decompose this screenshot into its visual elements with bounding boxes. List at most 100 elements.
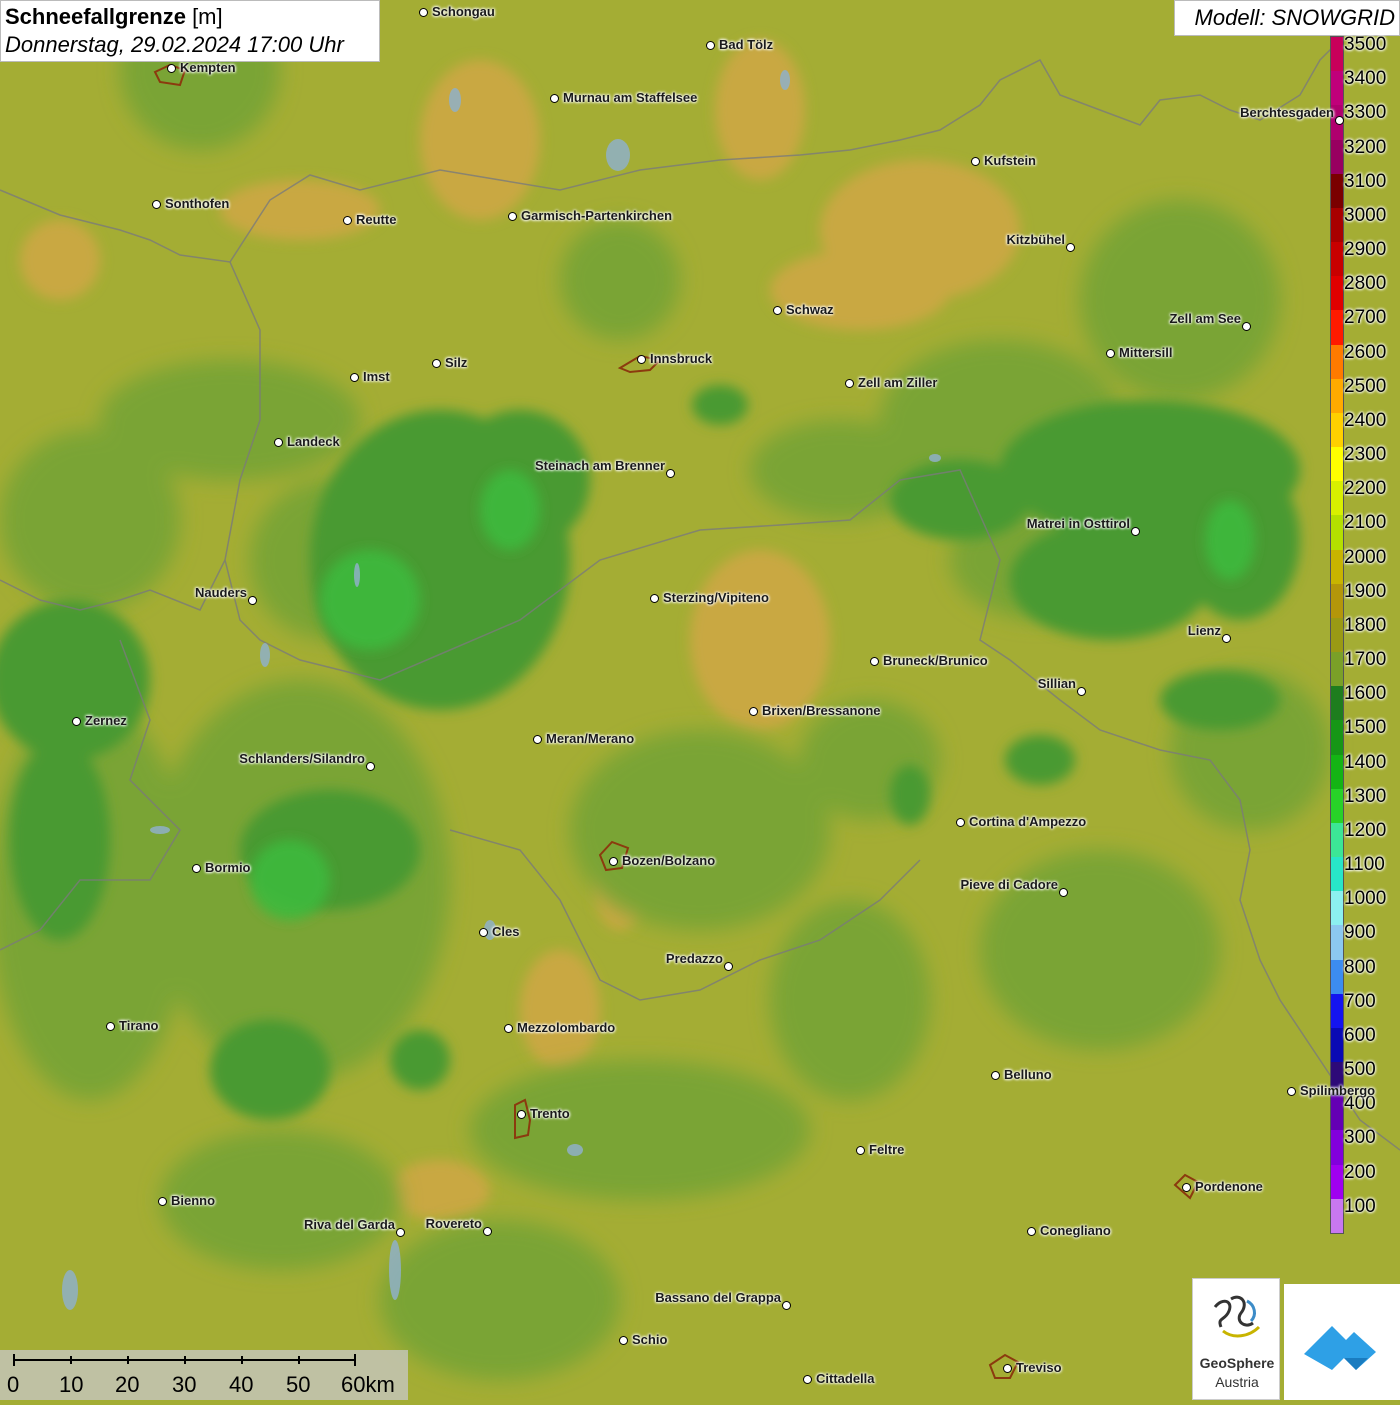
city-label[interactable]: Feltre bbox=[869, 1142, 904, 1157]
city-label[interactable]: Nauders bbox=[195, 585, 247, 600]
model-label: Modell: SNOWGRID bbox=[1174, 0, 1400, 36]
city-label[interactable]: Pordenone bbox=[1195, 1179, 1263, 1194]
legend-label: 900 bbox=[1344, 922, 1376, 944]
geosphere-logo[interactable]: GeoSphere Austria bbox=[1192, 1278, 1280, 1400]
city-label[interactable]: Steinach am Brenner bbox=[535, 458, 665, 473]
city-label[interactable]: Predazzo bbox=[666, 951, 723, 966]
city-label[interactable]: Matrei in Osttirol bbox=[1027, 516, 1130, 531]
city-label[interactable]: Bad Tölz bbox=[719, 37, 773, 52]
city-label[interactable]: Cles bbox=[492, 924, 519, 939]
city-label[interactable]: Berchtesgaden bbox=[1240, 105, 1334, 120]
legend-label: 1100 bbox=[1344, 854, 1385, 876]
legend-swatch bbox=[1331, 1164, 1343, 1200]
legend-swatch bbox=[1331, 925, 1343, 961]
legend-swatch bbox=[1331, 754, 1343, 790]
city-label[interactable]: Murnau am Staffelsee bbox=[563, 90, 697, 105]
city-label[interactable]: Riva del Garda bbox=[304, 1217, 395, 1232]
city-dot bbox=[152, 200, 161, 209]
city-label[interactable]: Cortina d'Ampezzo bbox=[969, 814, 1086, 829]
city-dot bbox=[619, 1336, 628, 1345]
city-dot bbox=[803, 1375, 812, 1384]
city-dot bbox=[1027, 1227, 1036, 1236]
city-label[interactable]: Reutte bbox=[356, 212, 396, 227]
city-label[interactable]: Tirano bbox=[119, 1018, 159, 1033]
city-label[interactable]: Bassano del Grappa bbox=[655, 1290, 781, 1305]
city-dot bbox=[1182, 1183, 1191, 1192]
legend-label: 1000 bbox=[1344, 888, 1387, 910]
city-label[interactable]: Kufstein bbox=[984, 153, 1036, 168]
legend-swatch bbox=[1331, 549, 1343, 585]
city-label[interactable]: Trento bbox=[530, 1106, 570, 1121]
legend-swatch bbox=[1331, 276, 1343, 311]
city-label[interactable]: Sterzing/Vipiteno bbox=[663, 590, 769, 605]
legend-label: 2900 bbox=[1344, 239, 1387, 261]
city-dot bbox=[432, 359, 441, 368]
legend-swatch bbox=[1331, 344, 1343, 380]
city-dot bbox=[956, 818, 965, 827]
city-label[interactable]: Imst bbox=[363, 369, 390, 384]
legend-label: 2100 bbox=[1344, 512, 1387, 534]
legend-swatch bbox=[1331, 37, 1343, 72]
legend-swatch bbox=[1331, 378, 1343, 414]
city-dot bbox=[192, 864, 201, 873]
city-label[interactable]: Schio bbox=[632, 1332, 667, 1347]
city-label[interactable]: Bormio bbox=[205, 860, 251, 875]
city-label[interactable]: Cittadella bbox=[816, 1371, 875, 1386]
city-label[interactable]: Zell am Ziller bbox=[858, 375, 937, 390]
city-label[interactable]: Pieve di Cadore bbox=[960, 877, 1058, 892]
city-label[interactable]: Zell am See bbox=[1169, 311, 1241, 326]
city-label[interactable]: Rovereto bbox=[426, 1216, 482, 1231]
city-dot bbox=[508, 212, 517, 221]
city-label[interactable]: Lienz bbox=[1188, 623, 1221, 638]
legend-label: 2200 bbox=[1344, 478, 1387, 500]
city-label[interactable]: Mittersill bbox=[1119, 345, 1172, 360]
city-label[interactable]: Sillian bbox=[1038, 676, 1076, 691]
legend-label: 3000 bbox=[1344, 204, 1387, 226]
city-label[interactable]: Zernez bbox=[85, 713, 127, 728]
legend-swatch bbox=[1331, 71, 1343, 106]
mountain-snow-icon bbox=[1304, 1326, 1376, 1370]
legend-swatch bbox=[1331, 652, 1343, 687]
city-label[interactable]: Schwaz bbox=[786, 302, 834, 317]
legend-label: 3400 bbox=[1344, 68, 1387, 90]
city-dot bbox=[419, 8, 428, 17]
city-dot bbox=[749, 707, 758, 716]
city-dot bbox=[1106, 349, 1115, 358]
city-label[interactable]: Brixen/Bressanone bbox=[762, 703, 881, 718]
legend-swatch bbox=[1331, 207, 1343, 243]
legend-label: 1200 bbox=[1344, 819, 1387, 841]
legend-swatch bbox=[1331, 139, 1343, 175]
city-label[interactable]: Schlanders/Silandro bbox=[239, 751, 365, 766]
city-label[interactable]: Garmisch-Partenkirchen bbox=[521, 208, 672, 223]
city-label[interactable]: Treviso bbox=[1016, 1360, 1062, 1375]
scale-label-20: 20 bbox=[115, 1372, 140, 1397]
city-label[interactable]: Schongau bbox=[432, 4, 495, 19]
legend-label: 700 bbox=[1344, 990, 1376, 1012]
legend-label: 1600 bbox=[1344, 683, 1387, 705]
city-label[interactable]: Spilimbergo bbox=[1300, 1083, 1375, 1098]
legend-swatch bbox=[1331, 822, 1343, 858]
city-label[interactable]: Mezzolombardo bbox=[517, 1020, 615, 1035]
app-logo[interactable] bbox=[1284, 1284, 1400, 1400]
map-date: Donnerstag, 29.02.2024 17:00 Uhr bbox=[5, 32, 344, 57]
legend-swatch bbox=[1331, 959, 1343, 995]
city-dot bbox=[1222, 634, 1231, 643]
city-label[interactable]: Bozen/Bolzano bbox=[622, 853, 715, 868]
city-label[interactable]: Innsbruck bbox=[650, 351, 712, 366]
city-label[interactable]: Kempten bbox=[180, 60, 236, 75]
city-label[interactable]: Landeck bbox=[287, 434, 340, 449]
city-label[interactable]: Silz bbox=[445, 355, 467, 370]
city-label[interactable]: Conegliano bbox=[1040, 1223, 1111, 1238]
city-label[interactable]: Bruneck/Brunico bbox=[883, 653, 988, 668]
city-label[interactable]: Meran/Merano bbox=[546, 731, 634, 746]
city-dot bbox=[1003, 1364, 1012, 1373]
city-label[interactable]: Bienno bbox=[171, 1193, 215, 1208]
city-label[interactable]: Kitzbühel bbox=[1007, 232, 1066, 247]
legend-label: 1800 bbox=[1344, 614, 1387, 636]
city-label[interactable]: Sonthofen bbox=[165, 196, 229, 211]
map-title: Schneefallgrenze [m] bbox=[5, 3, 375, 31]
city-dot bbox=[504, 1024, 513, 1033]
scale-label-60km: 60km bbox=[341, 1372, 395, 1397]
city-label[interactable]: Belluno bbox=[1004, 1067, 1052, 1082]
legend-label: 2800 bbox=[1344, 273, 1387, 295]
